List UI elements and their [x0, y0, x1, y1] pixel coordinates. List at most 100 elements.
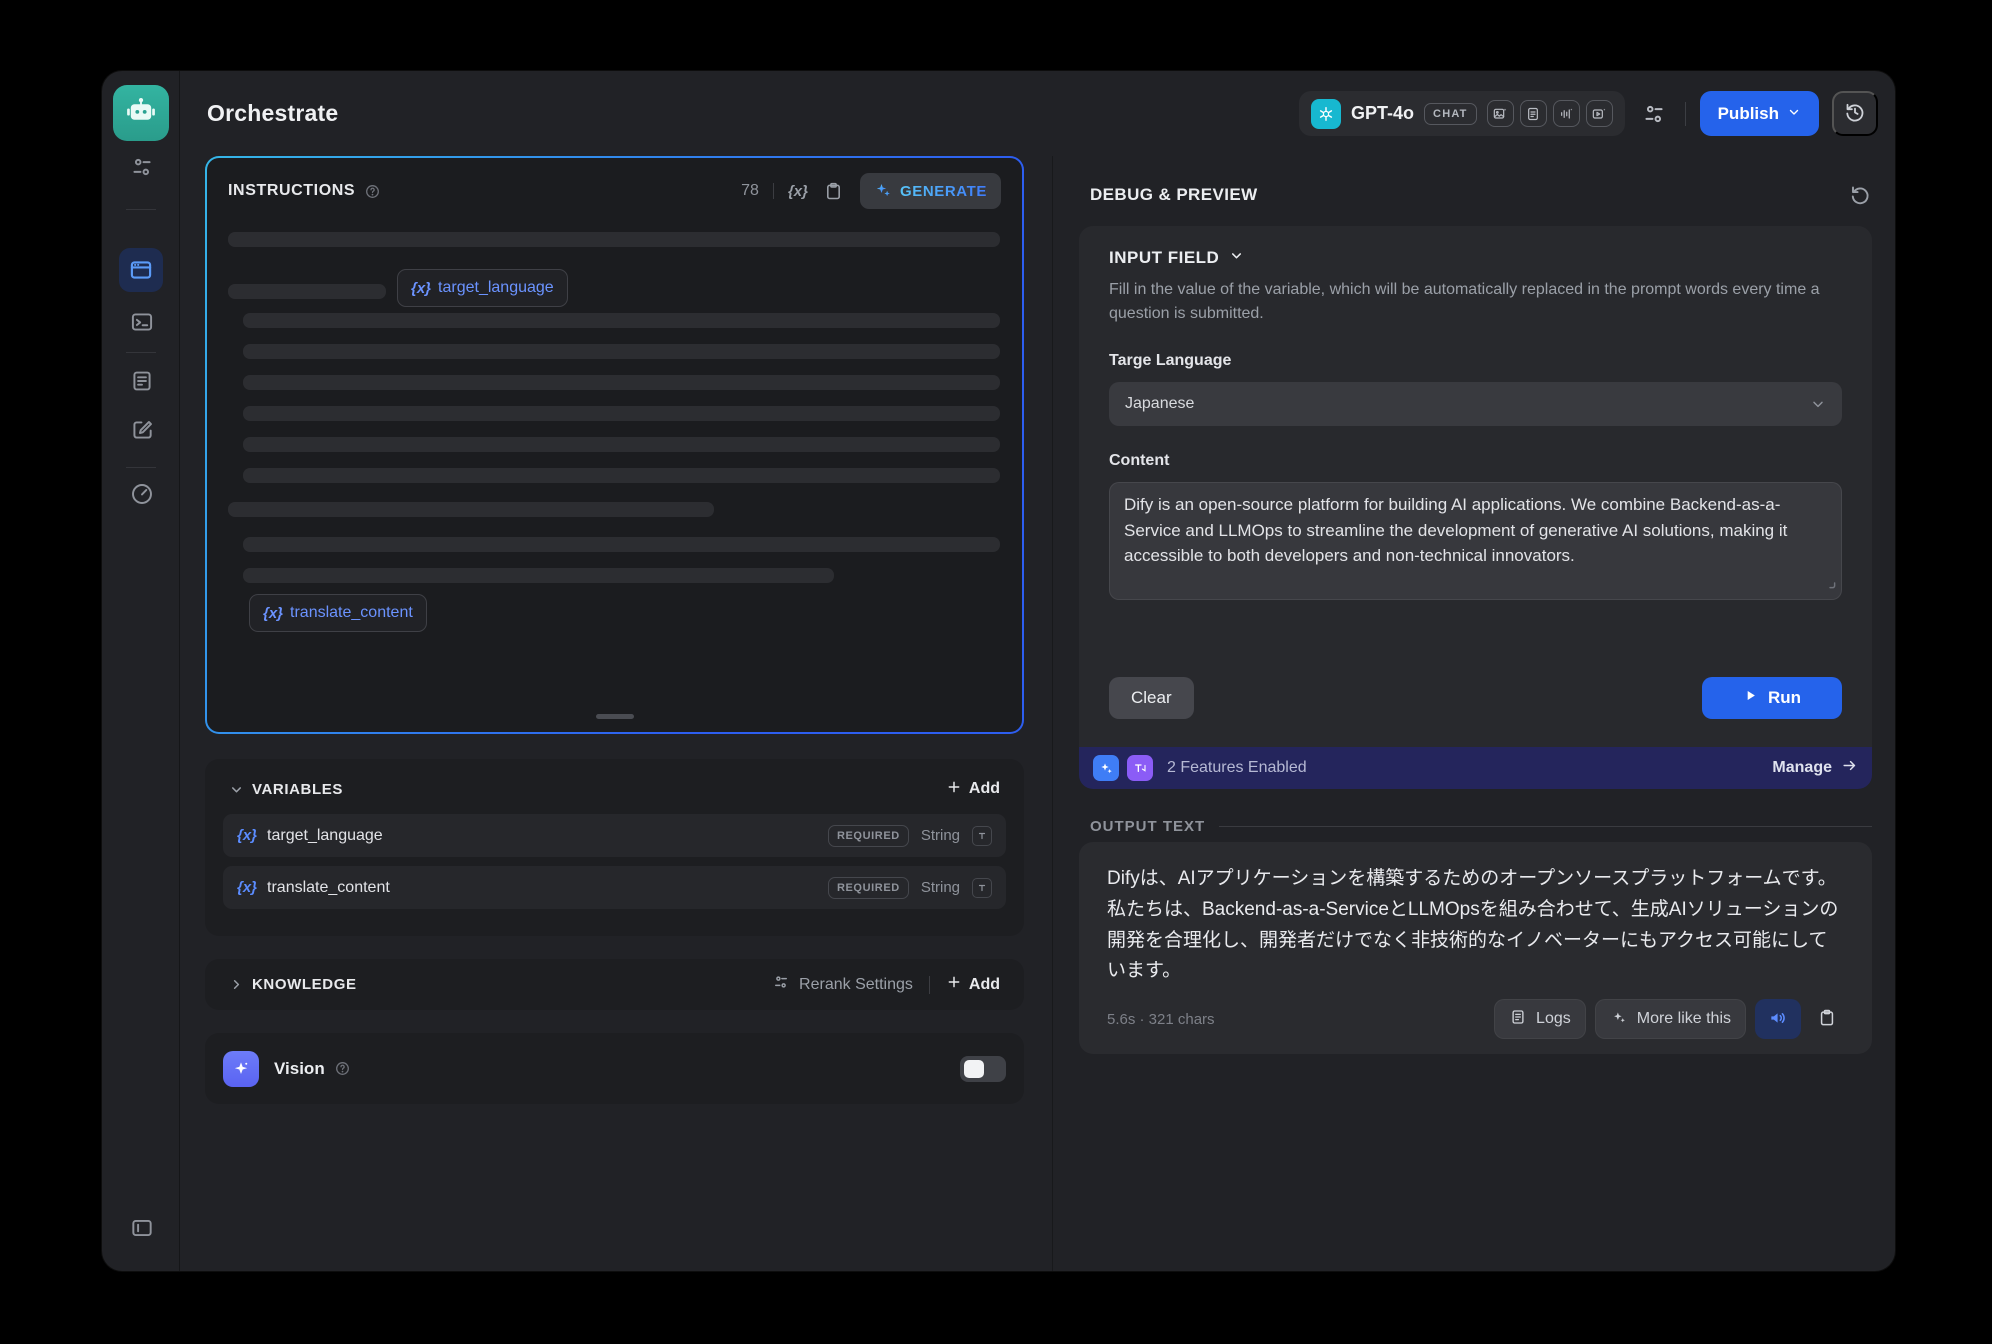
debug-header: DEBUG & PREVIEW: [1090, 180, 1872, 210]
variable-name: target_language: [267, 827, 383, 845]
output-footer: 5.6s · 321 chars Logs: [1107, 999, 1844, 1039]
publish-button[interactable]: Publish: [1700, 91, 1819, 136]
skeleton-line: [243, 344, 1000, 359]
chevron-down-icon: [229, 782, 244, 797]
app-logo[interactable]: [113, 85, 169, 141]
output-card: Difyは、AIアプリケーションを構築するためのオープンソースプラットフォームで…: [1079, 842, 1872, 1054]
variable-type: String: [921, 879, 960, 896]
skeleton-line: [243, 468, 1000, 483]
run-button[interactable]: Run: [1702, 677, 1842, 719]
history-icon: [1843, 100, 1867, 127]
generate-button[interactable]: GENERATE: [860, 173, 1001, 209]
model-name: GPT-4o: [1351, 103, 1414, 124]
content-textarea[interactable]: Dify is an open-source platform for buil…: [1109, 482, 1842, 600]
help-icon[interactable]: [364, 183, 381, 200]
features-bar[interactable]: 2 Features Enabled Manage: [1079, 747, 1872, 789]
variable-chip-target-language[interactable]: {x} target_language: [397, 269, 568, 307]
toggle-knob: [964, 1060, 984, 1078]
input-field-main: INPUT FIELD Fill in the value of the var…: [1079, 226, 1872, 747]
char-count: 78: [741, 182, 759, 200]
target-language-label: Targe Language: [1109, 352, 1842, 370]
sidebar-item-orchestrate-active[interactable]: [119, 248, 163, 292]
logs-button[interactable]: Logs: [1494, 999, 1586, 1039]
screen: Orchestrate GPT-4o CHAT: [0, 0, 1992, 1344]
string-type-icon[interactable]: [972, 826, 992, 846]
output-text: Difyは、AIアプリケーションを構築するためのオープンソースプラットフォームで…: [1107, 864, 1844, 987]
variable-row-translate-content[interactable]: {x} translate_content REQUIRED String: [223, 866, 1006, 909]
more-like-this-button[interactable]: More like this: [1595, 999, 1746, 1039]
chevron-right-icon[interactable]: [229, 977, 244, 992]
model-mode-badge: CHAT: [1424, 103, 1477, 125]
output-text-title: OUTPUT TEXT: [1090, 818, 1205, 835]
sidebar-divider: [126, 467, 156, 468]
audio-capability-icon: [1553, 100, 1580, 127]
rerank-settings-button[interactable]: Rerank Settings: [772, 973, 913, 996]
help-icon[interactable]: [334, 1060, 351, 1077]
model-selector[interactable]: GPT-4o CHAT: [1299, 91, 1625, 136]
version-history-button[interactable]: [1832, 91, 1878, 136]
knowledge-title: KNOWLEDGE: [252, 976, 357, 993]
sidebar-item-terminal[interactable]: [128, 308, 156, 336]
sidebar-item-monitoring[interactable]: [128, 480, 156, 508]
sidebar: [102, 71, 180, 1271]
more-like-this-feature-icon: [1093, 755, 1119, 781]
page-title: Orchestrate: [207, 100, 338, 127]
video-capability-icon: [1586, 100, 1613, 127]
input-field-header[interactable]: INPUT FIELD: [1109, 248, 1842, 268]
more-like-this-label: More like this: [1637, 1010, 1731, 1028]
variables-header[interactable]: VARIABLES Add: [223, 773, 1006, 805]
manage-features-button[interactable]: Manage: [1772, 757, 1858, 779]
sidebar-divider: [126, 352, 156, 353]
document-capability-icon: [1520, 100, 1547, 127]
string-type-icon[interactable]: [972, 878, 992, 898]
skeleton-line: [243, 406, 1000, 421]
workflow-settings-icon[interactable]: [128, 153, 156, 181]
collapse-sidebar-icon[interactable]: [128, 1214, 156, 1242]
restart-icon[interactable]: [1848, 183, 1872, 207]
skeleton-line: [243, 375, 1000, 390]
instructions-card: INSTRUCTIONS 78 {x}: [205, 156, 1024, 734]
clear-button[interactable]: Clear: [1109, 677, 1194, 719]
sparkles-icon: [874, 181, 892, 202]
add-label: Add: [969, 976, 1000, 994]
variable-chip-translate-content[interactable]: {x} translate_content: [249, 594, 427, 632]
instructions-header: INSTRUCTIONS 78 {x}: [228, 174, 1001, 208]
variable-name: translate_content: [267, 879, 390, 897]
generate-label: GENERATE: [900, 183, 987, 200]
instructions-editor[interactable]: INSTRUCTIONS 78 {x}: [207, 158, 1022, 732]
copy-output-button[interactable]: [1810, 999, 1844, 1039]
copy-prompt-icon[interactable]: [822, 179, 846, 203]
sidebar-divider: [126, 209, 156, 210]
insert-variable-icon[interactable]: {x}: [788, 183, 808, 200]
logs-label: Logs: [1536, 1010, 1571, 1028]
resize-handle[interactable]: [596, 714, 634, 719]
output-actions: Logs More like this: [1494, 999, 1844, 1039]
debug-panel: DEBUG & PREVIEW INPUT FIELD Fill in th: [1053, 156, 1895, 1271]
add-knowledge-button[interactable]: Add: [946, 974, 1000, 995]
resize-corner-icon[interactable]: [1825, 576, 1836, 594]
variable-glyph: {x}: [237, 827, 257, 844]
configuration-panel: INSTRUCTIONS 78 {x}: [180, 156, 1052, 1271]
variable-row-target-language[interactable]: {x} target_language REQUIRED String: [223, 814, 1006, 857]
vision-capability-icon: [1487, 100, 1514, 127]
vision-toggle[interactable]: [960, 1056, 1006, 1082]
rerank-settings-label: Rerank Settings: [799, 976, 913, 994]
clipboard-icon: [1817, 1008, 1837, 1031]
target-language-value: Japanese: [1125, 395, 1194, 413]
variable-glyph: {x}: [411, 280, 431, 297]
sidebar-item-annotation[interactable]: [128, 416, 156, 444]
logs-icon: [1509, 1008, 1527, 1031]
target-language-select[interactable]: Japanese: [1109, 382, 1842, 426]
parameters-icon[interactable]: [1637, 97, 1671, 131]
features-enabled-text: 2 Features Enabled: [1167, 759, 1307, 777]
text-to-speech-feature-icon: [1127, 755, 1153, 781]
add-variable-button[interactable]: Add: [946, 779, 1000, 800]
variable-row-meta: REQUIRED String: [828, 877, 992, 899]
publish-label: Publish: [1718, 104, 1779, 124]
chevron-down-icon: [1810, 396, 1826, 412]
chevron-down-icon: [1229, 248, 1244, 268]
instructions-toolbar: 78 {x}: [741, 173, 1001, 209]
text-to-speech-button[interactable]: [1755, 999, 1801, 1039]
content-field-wrap: Dify is an open-source platform for buil…: [1109, 482, 1842, 600]
sidebar-item-logs[interactable]: [128, 367, 156, 395]
